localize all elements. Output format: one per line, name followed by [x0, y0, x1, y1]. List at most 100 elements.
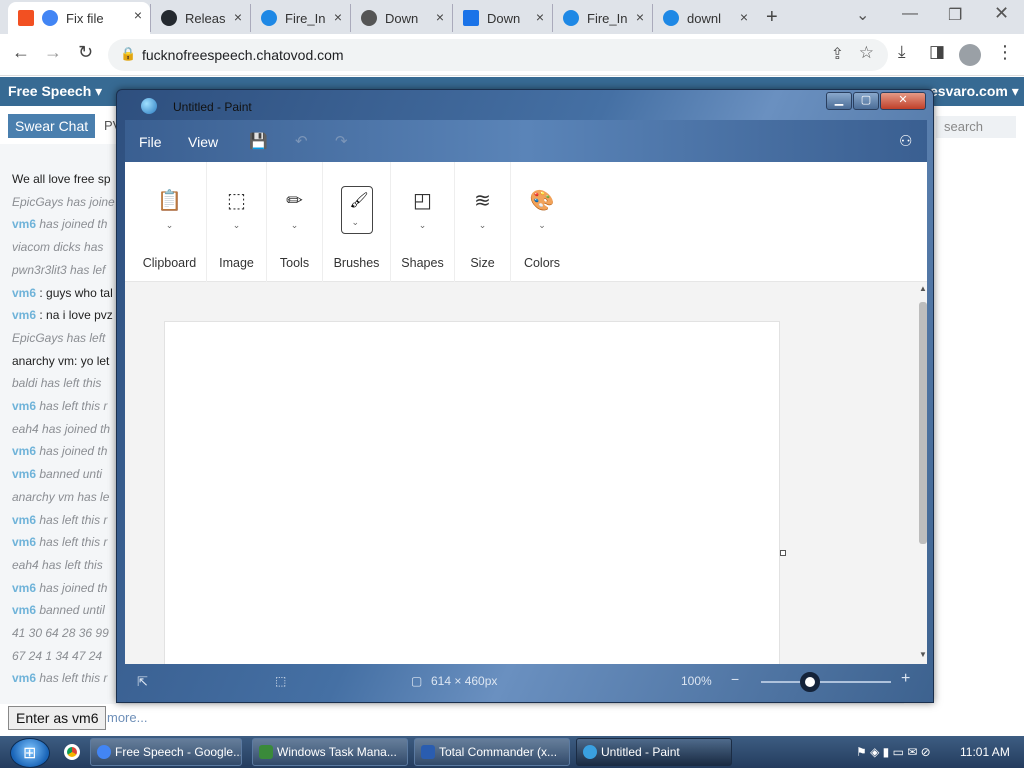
- site-brand-menu[interactable]: Free Speech ▾: [8, 83, 102, 100]
- chevron-down-icon[interactable]: ⌄: [538, 220, 546, 231]
- drawing-canvas[interactable]: [164, 321, 780, 664]
- account-icon[interactable]: ⚇: [899, 132, 912, 150]
- tools-group[interactable]: ✏ ⌄ Tools: [267, 162, 323, 282]
- chrome-pinned-icon[interactable]: [64, 744, 80, 760]
- restore-icon[interactable]: ❐: [948, 5, 962, 25]
- chevron-down-icon[interactable]: ⌄: [166, 220, 174, 231]
- bookmark-star-icon[interactable]: ☆: [859, 43, 874, 63]
- browser-tab[interactable]: Fire_In ×: [250, 4, 350, 32]
- close-tab-icon[interactable]: ×: [636, 9, 644, 25]
- zoom-in-icon[interactable]: +: [901, 670, 910, 688]
- enter-as-button[interactable]: Enter as vm6: [8, 706, 107, 730]
- chevron-down-icon[interactable]: ⌄: [291, 220, 299, 231]
- size-icon[interactable]: ≋: [474, 188, 491, 213]
- github-icon: [161, 10, 177, 26]
- address-bar[interactable]: 🔒 fucknofreespeech.chatovod.com ⇪ ☆: [108, 39, 888, 71]
- close-tab-icon[interactable]: ×: [234, 9, 242, 25]
- menu-kebab-icon[interactable]: ⋮: [996, 42, 1014, 63]
- palette-icon[interactable]: 🎨: [530, 188, 555, 213]
- close-window-icon[interactable]: ✕: [994, 3, 1009, 24]
- chat-username[interactable]: vm6: [12, 581, 36, 595]
- file-menu[interactable]: File: [139, 134, 162, 150]
- chevron-down-icon[interactable]: ⌄: [419, 220, 427, 231]
- forward-icon[interactable]: →: [44, 42, 62, 63]
- search-input[interactable]: search: [936, 116, 1016, 138]
- select-icon[interactable]: ⬚: [227, 188, 246, 213]
- close-button[interactable]: ✕: [880, 92, 926, 110]
- zoom-slider-thumb[interactable]: [800, 672, 821, 692]
- tab-search-icon[interactable]: ⌄: [856, 5, 869, 25]
- close-tab-icon[interactable]: ×: [436, 9, 444, 25]
- canvas-resize-handle[interactable]: [780, 550, 786, 556]
- zoom-slider-track[interactable]: [761, 681, 891, 683]
- scroll-down-icon[interactable]: ▼: [919, 650, 927, 659]
- side-panel-icon[interactable]: ◨: [929, 42, 945, 62]
- redo-icon[interactable]: ↷: [335, 132, 348, 150]
- chat-username[interactable]: vm6: [12, 603, 36, 617]
- minimize-icon[interactable]: —: [902, 5, 918, 23]
- size-group[interactable]: ≋ ⌄ Size: [455, 162, 511, 282]
- chevron-down-icon[interactable]: ⌄: [233, 220, 241, 231]
- vertical-scrollbar[interactable]: ▲ ▼: [919, 282, 927, 664]
- back-icon[interactable]: ←: [12, 42, 30, 63]
- share-icon[interactable]: ⇪: [831, 44, 844, 64]
- system-tray-icons[interactable]: ⚑ ◈ ▮ ▭ ✉ ⊘: [856, 745, 931, 759]
- brushes-group[interactable]: 🖌 ⌄ Brushes: [323, 162, 391, 282]
- clock[interactable]: 11:01 AM: [960, 745, 1010, 759]
- start-button[interactable]: ⊞: [10, 738, 50, 768]
- chat-username[interactable]: vm6: [12, 671, 36, 685]
- chat-message: eah4 has joined th: [12, 422, 110, 436]
- brush-button[interactable]: 🖌 ⌄: [340, 186, 373, 234]
- taskbar-item[interactable]: Free Speech - Google...: [90, 738, 242, 766]
- chat-username[interactable]: vm6: [12, 444, 36, 458]
- zoom-out-icon[interactable]: −: [731, 671, 739, 687]
- chat-text: pwn3r3lit3 has lef: [12, 262, 106, 277]
- status-bar: ⇱ ⬚ ▢ 614 × 460px 100% − +: [125, 666, 927, 696]
- lock-icon[interactable]: 🔒: [120, 46, 136, 62]
- chat-username[interactable]: vm6: [12, 217, 36, 231]
- more-link[interactable]: more...: [107, 710, 147, 725]
- new-tab-icon[interactable]: +: [766, 6, 778, 29]
- user-menu[interactable]: esvaro.com ▾: [930, 83, 1019, 100]
- scroll-up-icon[interactable]: ▲: [919, 284, 927, 293]
- downloads-icon[interactable]: ⤓: [898, 42, 906, 62]
- close-tab-icon[interactable]: ×: [134, 7, 142, 23]
- shapes-group[interactable]: ◰ ⌄ Shapes: [391, 162, 455, 282]
- taskbar-item[interactable]: Untitled - Paint: [576, 738, 732, 766]
- shapes-icon[interactable]: ◰: [413, 188, 432, 213]
- minimize-button[interactable]: ▁: [826, 92, 852, 110]
- undo-icon[interactable]: ↶: [295, 132, 308, 150]
- chat-username[interactable]: vm6: [12, 286, 36, 300]
- profile-avatar[interactable]: [959, 44, 981, 66]
- tools-icon[interactable]: ✏: [286, 188, 303, 213]
- browser-tab[interactable]: Fire_In ×: [552, 4, 652, 32]
- browser-tab[interactable]: Down ×: [350, 4, 452, 32]
- image-group[interactable]: ⬚ ⌄ Image: [207, 162, 267, 282]
- close-tab-icon[interactable]: ×: [740, 9, 748, 25]
- browser-tab[interactable]: Releas ×: [150, 4, 250, 32]
- url-text[interactable]: fucknofreespeech.chatovod.com: [142, 47, 344, 63]
- taskbar-item[interactable]: Total Commander (x...: [414, 738, 570, 766]
- chat-username[interactable]: vm6: [12, 308, 36, 322]
- save-icon[interactable]: 💾: [249, 132, 268, 150]
- browser-tab[interactable]: Fix file ×: [8, 2, 150, 34]
- reload-icon[interactable]: ↻: [78, 42, 93, 63]
- swear-chat-button[interactable]: Swear Chat: [8, 114, 96, 138]
- chat-username[interactable]: vm6: [12, 535, 36, 549]
- clipboard-group[interactable]: 📋 ⌄ Clipboard: [133, 162, 207, 282]
- colors-group[interactable]: 🎨 ⌄ Colors: [511, 162, 573, 282]
- browser-tab[interactable]: downl ×: [652, 4, 756, 32]
- taskbar-item[interactable]: Windows Task Mana...: [252, 738, 408, 766]
- view-menu[interactable]: View: [188, 134, 218, 150]
- browser-tab[interactable]: Down ×: [452, 4, 552, 32]
- chevron-down-icon[interactable]: ⌄: [479, 220, 487, 231]
- chat-message: anarchy vm: yo let: [12, 354, 109, 368]
- chat-username[interactable]: vm6: [12, 467, 36, 481]
- chat-username[interactable]: vm6: [12, 399, 36, 413]
- maximize-button[interactable]: ▢: [853, 92, 879, 110]
- close-tab-icon[interactable]: ×: [536, 9, 544, 25]
- chat-username[interactable]: vm6: [12, 513, 36, 527]
- scrollbar-thumb[interactable]: [919, 302, 927, 544]
- close-tab-icon[interactable]: ×: [334, 9, 342, 25]
- clipboard-icon[interactable]: 📋: [157, 188, 182, 213]
